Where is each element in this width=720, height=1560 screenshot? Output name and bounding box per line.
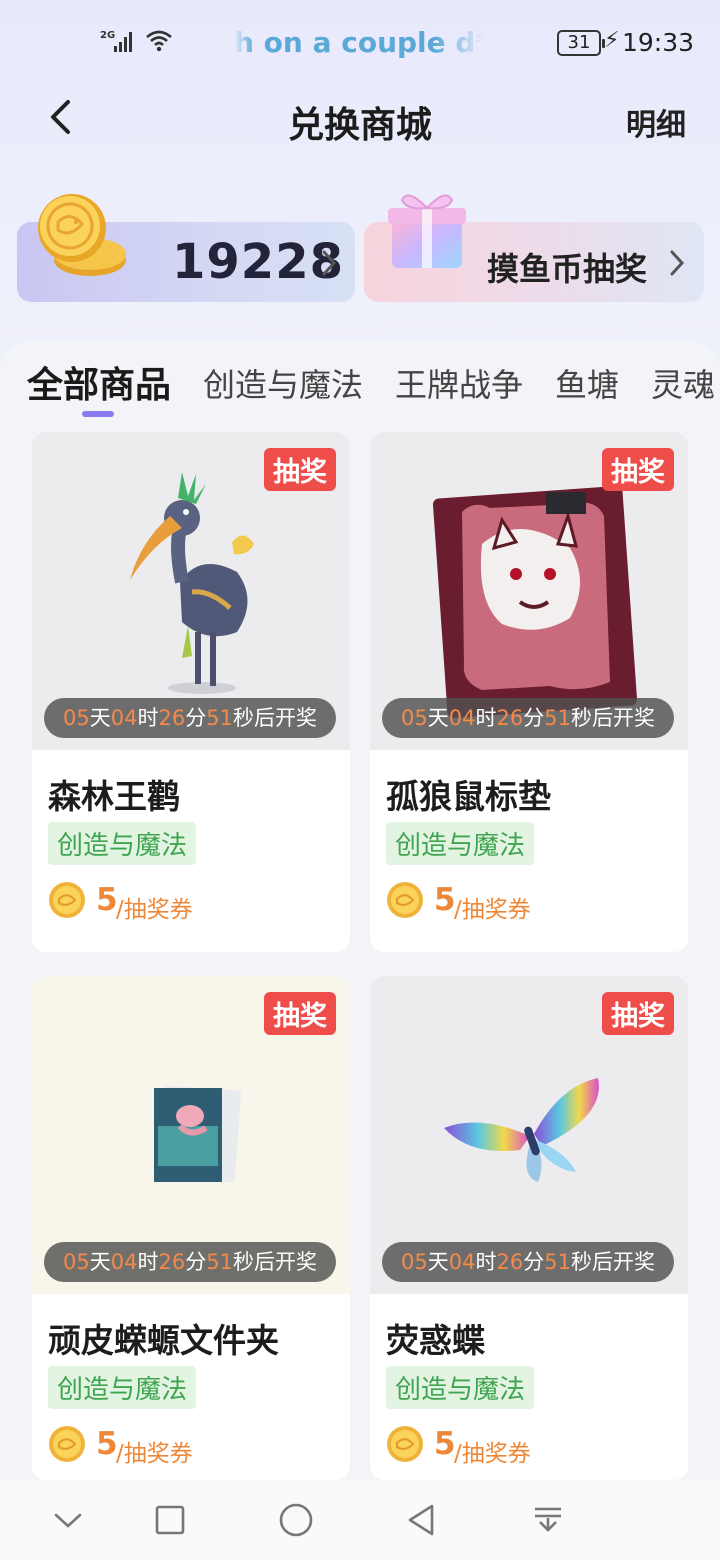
price-unit: /抽奖券: [454, 897, 531, 923]
chevron-right-icon: [322, 250, 336, 276]
svg-text:2G: 2G: [100, 30, 115, 41]
status-ticker: h on a couple d**g: [234, 26, 484, 59]
detail-link[interactable]: 明细: [626, 100, 686, 144]
product-card[interactable]: 抽奖 05天04时26分51秒后开奖 孤狼鼠标垫 创造与魔法 5 /抽奖券: [370, 432, 688, 952]
product-name: 顽皮蝾螈文件夹: [48, 1321, 279, 1360]
signal-icon: 2G: [100, 30, 132, 52]
countdown-timer: 05天04时26分51秒后开奖: [44, 1242, 336, 1282]
product-category-tag: 创造与魔法: [386, 1366, 535, 1409]
square-icon[interactable]: [150, 1500, 190, 1540]
lottery-badge: 抽奖: [602, 448, 674, 491]
fish-coin-icon: [49, 1426, 85, 1462]
tab-indicator: [82, 411, 114, 417]
lottery-badge: 抽奖: [264, 992, 336, 1035]
notification-pull-icon[interactable]: [528, 1500, 568, 1540]
product-image: 抽奖 05天04时26分51秒后开奖: [32, 976, 350, 1294]
category-tabs: 全部商品 创造与魔法 王牌战争 鱼塘 灵魂: [0, 356, 720, 416]
product-card[interactable]: 抽奖 05天04时26分51秒后开奖 荧惑蝶 创造与魔法 5 /抽奖券: [370, 976, 688, 1480]
price-unit: /抽奖券: [454, 1441, 531, 1467]
lottery-badge: 抽奖: [264, 448, 336, 491]
product-name: 荧惑蝶: [386, 1321, 485, 1360]
fish-coin-icon: [387, 1426, 423, 1462]
coin-amount: 19228: [172, 234, 344, 290]
product-name: 孤狼鼠标垫: [386, 777, 551, 816]
chevron-right-icon: [670, 250, 684, 276]
triangle-back-icon[interactable]: [402, 1500, 442, 1540]
price-value: 5: [434, 1426, 456, 1462]
lottery-badge: 抽奖: [602, 992, 674, 1035]
product-image: 抽奖 05天04时26分51秒后开奖: [370, 432, 688, 750]
system-nav-bar: [0, 1480, 720, 1560]
countdown-timer: 05天04时26分51秒后开奖: [382, 698, 674, 738]
product-category-tag: 创造与魔法: [48, 822, 197, 865]
circle-icon[interactable]: [276, 1500, 316, 1540]
gift-box-icon: [388, 194, 466, 268]
fish-coin-icon: [49, 882, 85, 918]
price-unit: /抽奖券: [116, 897, 193, 923]
chevron-down-icon[interactable]: [48, 1500, 88, 1540]
tab-all-products[interactable]: 全部商品: [27, 356, 171, 408]
product-category-tag: 创造与魔法: [48, 1366, 197, 1409]
product-card[interactable]: 抽奖 05天04时26分51秒后开奖 顽皮蝾螈文件夹 创造与魔法 5 /抽奖券: [32, 976, 350, 1480]
wifi-icon: [146, 30, 172, 52]
lottery-label: 摸鱼币抽奖: [487, 250, 648, 288]
countdown-timer: 05天04时26分51秒后开奖: [382, 1242, 674, 1282]
product-card[interactable]: 抽奖 05天04时26分51秒后开奖 森林王鹳 创造与魔法 5 /抽奖券: [32, 432, 350, 952]
product-image: 抽奖 05天04时26分51秒后开奖: [370, 976, 688, 1294]
tab-soul[interactable]: 灵魂: [651, 360, 715, 406]
tab-creation-magic[interactable]: 创造与魔法: [203, 360, 363, 406]
price-value: 5: [434, 882, 456, 918]
product-category-tag: 创造与魔法: [386, 822, 535, 865]
status-bar: 2G h on a couple d**g 31 ⚡ 19:33: [0, 0, 720, 88]
price-value: 5: [96, 1426, 118, 1462]
product-image: 抽奖 05天04时26分51秒后开奖: [32, 432, 350, 750]
price-unit: /抽奖券: [116, 1441, 193, 1467]
page-title: 兑换商城: [287, 105, 432, 146]
tab-fish-pond[interactable]: 鱼塘: [555, 360, 619, 406]
fish-coin-icon: [38, 194, 126, 276]
product-name: 森林王鹳: [48, 777, 180, 816]
fish-coin-icon: [387, 882, 423, 918]
countdown-timer: 05天04时26分51秒后开奖: [44, 698, 336, 738]
charging-icon: ⚡: [604, 28, 620, 53]
tab-ace-war[interactable]: 王牌战争: [395, 360, 523, 406]
status-time: 19:33: [622, 28, 695, 57]
price-value: 5: [96, 882, 118, 918]
battery-icon: 31: [557, 30, 605, 56]
